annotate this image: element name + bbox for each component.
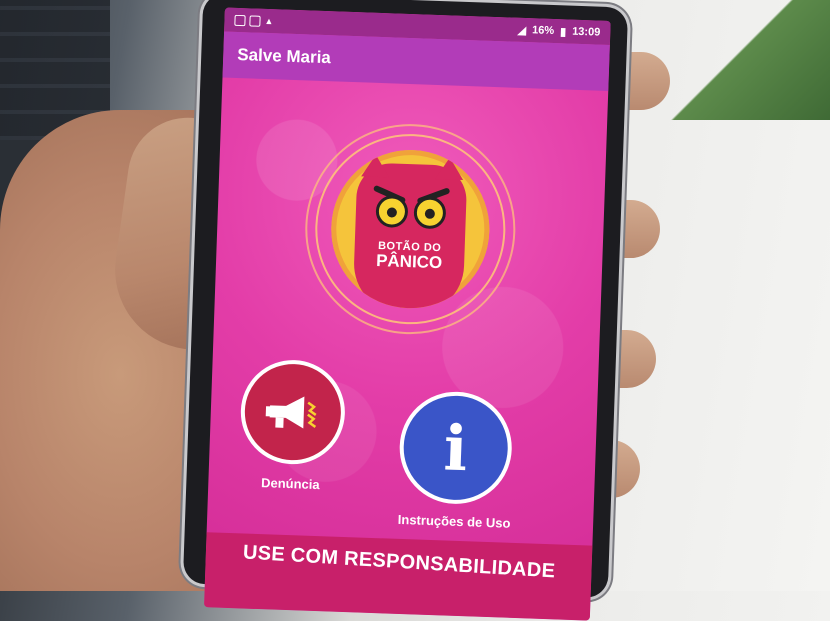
signal-icon: ◢ <box>517 24 527 37</box>
banner-text: USE COM RESPONSABILIDADE <box>241 541 556 583</box>
panic-button[interactable]: BOTÃO DO PÂNICO <box>301 120 519 338</box>
owl-ear-right <box>435 156 464 180</box>
responsibility-banner: USE COM RESPONSABILIDADE <box>204 532 593 621</box>
megaphone-icon <box>265 396 317 429</box>
owl-eye-left <box>375 194 409 229</box>
instructions-button[interactable]: i <box>397 389 514 506</box>
warning-icon: ▲ <box>264 15 274 27</box>
owl-ear-left <box>361 154 390 178</box>
info-icon: i <box>442 410 469 485</box>
notification-icon <box>249 14 261 27</box>
notification-icon <box>234 14 246 26</box>
phone: ▲ ◢ 16% ▮ 13:09 Salve Maria BOTÃO DO PÂN… <box>182 0 629 621</box>
notification-icons: ▲ <box>234 14 274 27</box>
owl-eye-right <box>413 196 447 230</box>
complaint-label: Denúncia <box>260 475 320 493</box>
panic-label: BOTÃO DO PÂNICO <box>354 240 465 272</box>
app-title: Salve Maria <box>236 44 332 68</box>
instructions-label: Instruções de Uso <box>397 511 511 531</box>
status-right: ◢ 16% ▮ 13:09 <box>517 23 600 39</box>
clock: 13:09 <box>571 25 601 39</box>
complaint-button[interactable] <box>239 358 347 466</box>
panic-label-line2: PÂNICO <box>375 250 443 273</box>
phone-screen: ▲ ◢ 16% ▮ 13:09 Salve Maria BOTÃO DO PÂN… <box>204 7 611 621</box>
battery-icon: ▮ <box>559 25 567 38</box>
owl-icon: BOTÃO DO PÂNICO <box>352 154 468 311</box>
desk-object-background <box>660 0 830 120</box>
battery-percent: 16% <box>531 24 555 38</box>
